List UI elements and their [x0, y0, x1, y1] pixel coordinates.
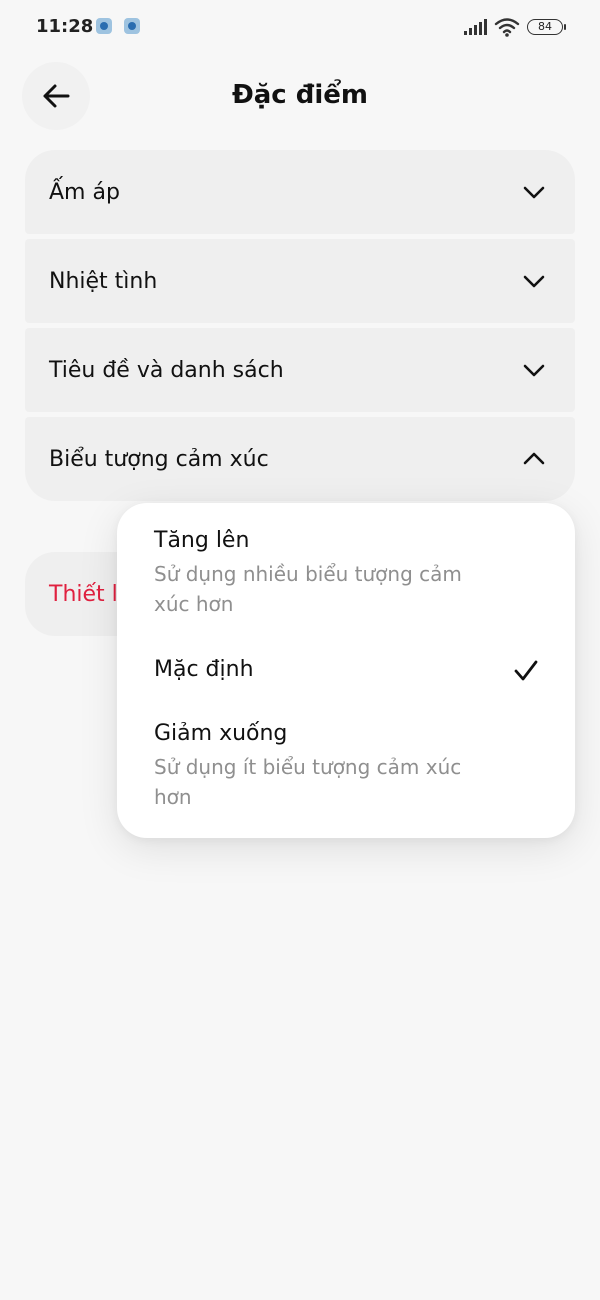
signal-icon [464, 19, 487, 35]
option-giam-xuong[interactable]: Giảm xuống Sử dụng ít biểu tượng cảm xúc… [154, 721, 544, 812]
reset-label: Thiết l [49, 581, 118, 607]
option-title: Mặc định [154, 657, 254, 682]
checkmark-icon [514, 660, 538, 681]
page-title: Đặc điểm [231, 80, 369, 110]
option-title: Tăng lên [154, 528, 250, 553]
battery-level: 84 [538, 20, 552, 33]
option-title: Giảm xuống [154, 721, 288, 746]
status-time: 11:28 [36, 16, 94, 37]
section-label: Tiêu đề và danh sách [49, 357, 284, 383]
notification-app-icon [96, 18, 112, 34]
emoji-level-popup: Tăng lên Sử dụng nhiều biểu tượng cảm xú… [117, 503, 575, 838]
chevron-down-icon [523, 186, 545, 199]
option-tang-len[interactable]: Tăng lên Sử dụng nhiều biểu tượng cảm xú… [154, 528, 544, 619]
section-am-ap[interactable]: Ấm áp [25, 150, 575, 234]
chevron-up-icon [523, 452, 545, 465]
section-label: Ấm áp [49, 179, 120, 205]
status-bar: 11:28 84 [0, 0, 600, 56]
option-description: Sử dụng nhiều biểu tượng cảm xúc hơn [154, 562, 462, 616]
notification-app-icon [124, 18, 140, 34]
option-mac-dinh[interactable]: Mặc định [154, 657, 544, 682]
section-nhiet-tinh[interactable]: Nhiệt tình [25, 239, 575, 323]
section-label: Nhiệt tình [49, 268, 158, 294]
section-label: Biểu tượng cảm xúc [49, 446, 269, 472]
battery-tip [564, 24, 566, 30]
section-tieu-de-va-danh-sach[interactable]: Tiêu đề và danh sách [25, 328, 575, 412]
chevron-down-icon [523, 364, 545, 377]
chevron-down-icon [523, 275, 545, 288]
battery-icon: 84 [527, 19, 563, 35]
option-description: Sử dụng ít biểu tượng cảm xúc hơn [154, 755, 462, 809]
wifi-icon [494, 18, 520, 37]
section-bieu-tuong-cam-xuc[interactable]: Biểu tượng cảm xúc [25, 417, 575, 501]
